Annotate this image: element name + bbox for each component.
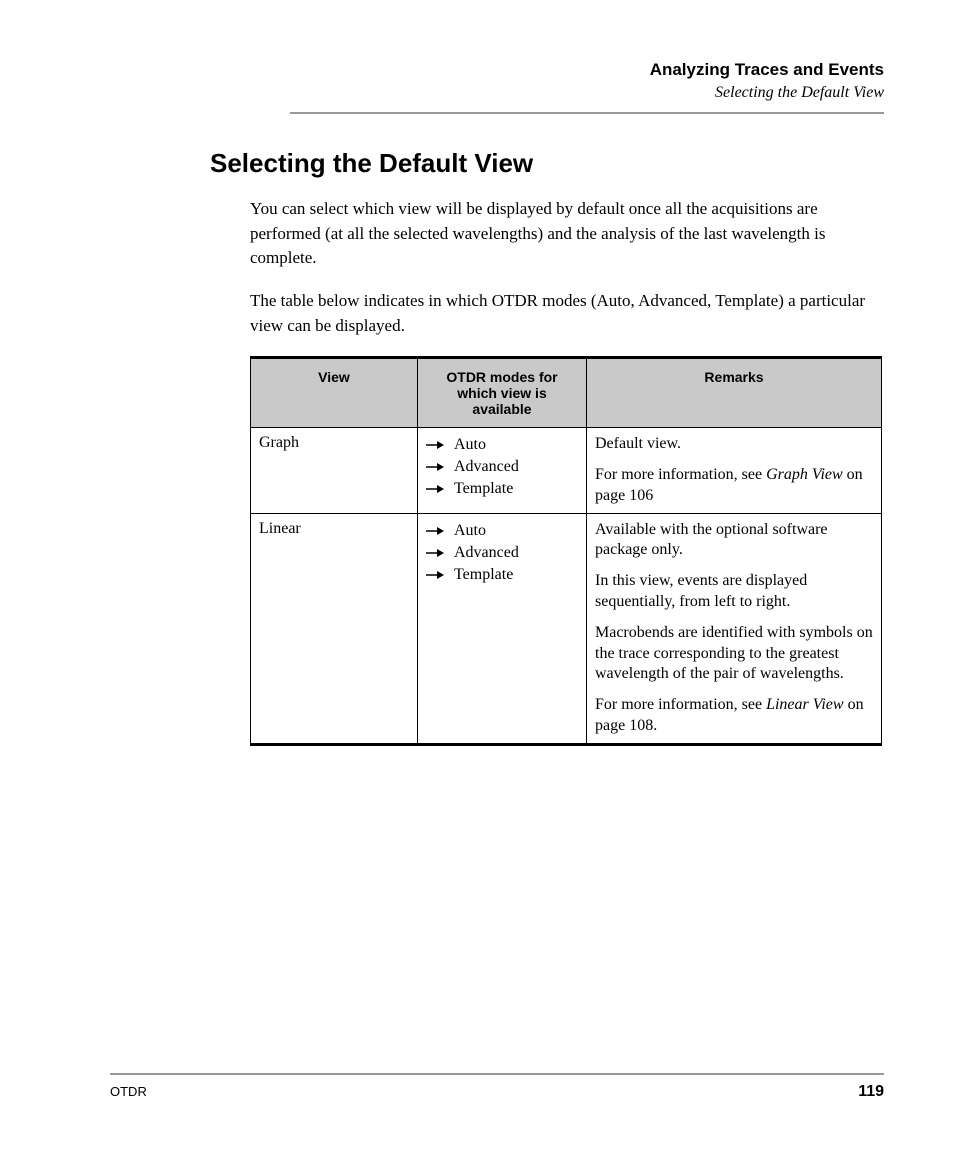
mode-item: Auto (426, 520, 578, 542)
remark: Default view. (595, 434, 873, 455)
table-header-remarks: Remarks (587, 358, 882, 428)
remark-text: In this view, events are displayed seque… (595, 572, 807, 610)
cell-modes: Auto Advanced Template (418, 513, 587, 744)
remark: For more information, see Graph View on … (595, 465, 873, 507)
table-header-modes: OTDR modes for which view is available (418, 358, 587, 428)
arrow-bullet-icon (426, 570, 444, 580)
remark-reference: Linear View (766, 696, 843, 713)
remark-text: For more information, see (595, 466, 766, 483)
mode-label: Advanced (454, 544, 519, 562)
mode-label: Auto (454, 522, 486, 540)
remark: Macrobends are identified with symbols o… (595, 623, 873, 685)
arrow-bullet-icon (426, 440, 444, 450)
mode-item: Template (426, 478, 578, 500)
running-head: Analyzing Traces and Events Selecting th… (290, 60, 884, 114)
mode-label: Auto (454, 436, 486, 454)
section-title-running: Selecting the Default View (290, 84, 884, 102)
section-heading: Selecting the Default View (210, 148, 884, 179)
table-row: Linear Auto Advanced Template Available with… (251, 513, 882, 744)
view-mode-table: View OTDR modes for which view is availa… (250, 356, 882, 746)
arrow-bullet-icon (426, 484, 444, 494)
table-row: Graph Auto Advanced Template Default view. Fo… (251, 428, 882, 513)
chapter-title: Analyzing Traces and Events (290, 60, 884, 80)
remark-text: For more information, see (595, 696, 766, 713)
cell-modes: Auto Advanced Template (418, 428, 587, 513)
mode-label: Template (454, 480, 513, 498)
paragraph: The table below indicates in which OTDR … (250, 289, 884, 338)
document-page: Analyzing Traces and Events Selecting th… (0, 0, 954, 1159)
remark: Available with the optional software pac… (595, 520, 873, 562)
footer-product: OTDR (110, 1084, 147, 1099)
mode-item: Template (426, 564, 578, 586)
remark-reference: Graph View (766, 466, 843, 483)
body-text: You can select which view will be displa… (250, 197, 884, 338)
header-rule (290, 112, 884, 114)
mode-item: Advanced (426, 542, 578, 564)
remark-text: Available with the optional software pac… (595, 521, 828, 559)
table-header-row: View OTDR modes for which view is availa… (251, 358, 882, 428)
remark-text: Macrobends are identified with symbols o… (595, 624, 873, 683)
remark-text: Default view. (595, 435, 681, 452)
table-header-view: View (251, 358, 418, 428)
mode-label: Advanced (454, 458, 519, 476)
remark: In this view, events are displayed seque… (595, 571, 873, 613)
cell-remarks: Default view. For more information, see G… (587, 428, 882, 513)
footer-page-number: 119 (858, 1083, 884, 1101)
remark: For more information, see Linear View on… (595, 695, 873, 737)
cell-view: Graph (251, 428, 418, 513)
mode-item: Advanced (426, 456, 578, 478)
cell-remarks: Available with the optional software pac… (587, 513, 882, 744)
arrow-bullet-icon (426, 462, 444, 472)
page-footer: OTDR 119 (110, 1073, 884, 1101)
arrow-bullet-icon (426, 548, 444, 558)
paragraph: You can select which view will be displa… (250, 197, 884, 271)
cell-view: Linear (251, 513, 418, 744)
mode-label: Template (454, 566, 513, 584)
arrow-bullet-icon (426, 526, 444, 536)
mode-item: Auto (426, 434, 578, 456)
